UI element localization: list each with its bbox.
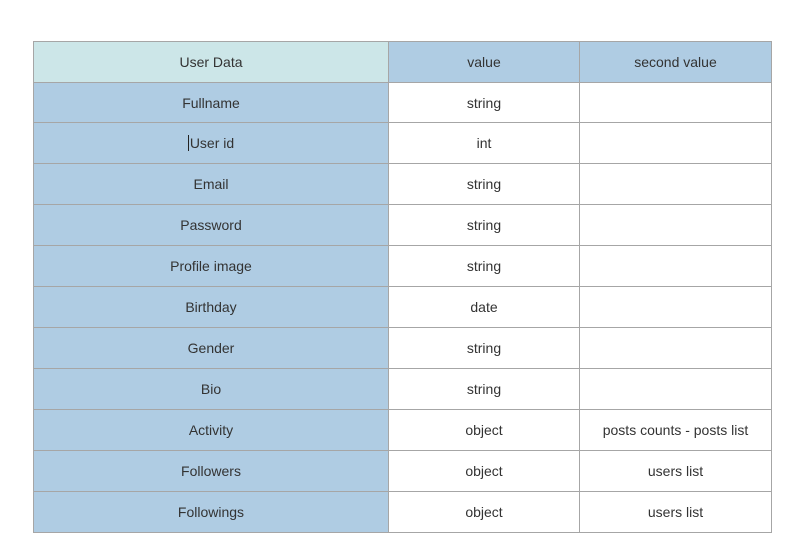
field-value-cell[interactable]: object (388, 409, 580, 451)
field-value-cell[interactable]: object (388, 450, 580, 492)
table-row: Bio string (33, 368, 772, 410)
text-cursor (187, 135, 189, 151)
table-row: Birthday date (33, 286, 772, 328)
field-name-cell[interactable]: Fullname (33, 82, 389, 123)
table-row: Password string (33, 204, 772, 246)
field-second-value-cell[interactable] (579, 122, 772, 164)
field-name-cell[interactable]: Profile image (33, 245, 389, 287)
user-data-table: User Data value second value Fullname st… (33, 41, 772, 533)
field-second-value-cell[interactable] (579, 368, 772, 410)
field-second-value-cell[interactable]: users list (579, 491, 772, 533)
field-second-value-cell[interactable] (579, 286, 772, 328)
field-name-cell[interactable]: Activity (33, 409, 389, 451)
table-row: Email string (33, 163, 772, 205)
field-value-cell[interactable]: int (388, 122, 580, 164)
field-second-value-cell[interactable] (579, 163, 772, 205)
field-name-text: User id (189, 135, 235, 151)
field-name-cell[interactable]: Followings (33, 491, 389, 533)
header-cell-value[interactable]: value (388, 41, 580, 83)
field-value-cell[interactable]: date (388, 286, 580, 328)
table-row: Fullname string (33, 82, 772, 123)
table-row: Followings object users list (33, 491, 772, 533)
field-value-cell[interactable]: string (388, 327, 580, 369)
field-name-cell[interactable]: Bio (33, 368, 389, 410)
field-second-value-cell[interactable] (579, 245, 772, 287)
field-value-cell[interactable]: object (388, 491, 580, 533)
field-second-value-cell[interactable]: posts counts - posts list (579, 409, 772, 451)
field-name-cell[interactable]: Birthday (33, 286, 389, 328)
field-value-cell[interactable]: string (388, 368, 580, 410)
table-row: User id int (33, 122, 772, 164)
header-cell-second-value[interactable]: second value (579, 41, 772, 83)
field-name-cell[interactable]: Gender (33, 327, 389, 369)
field-name-cell[interactable]: Email (33, 163, 389, 205)
field-name-cell[interactable]: Password (33, 204, 389, 246)
field-value-cell[interactable]: string (388, 82, 580, 123)
diagram-canvas: User Data value second value Fullname st… (0, 0, 792, 553)
field-second-value-cell[interactable] (579, 204, 772, 246)
header-cell-user-data[interactable]: User Data (33, 41, 389, 83)
field-second-value-cell[interactable] (579, 82, 772, 123)
field-name-cell[interactable]: Followers (33, 450, 389, 492)
table-header-row: User Data value second value (33, 41, 772, 83)
field-second-value-cell[interactable] (579, 327, 772, 369)
table-row: Followers object users list (33, 450, 772, 492)
field-value-cell[interactable]: string (388, 245, 580, 287)
table-row: Activity object posts counts - posts lis… (33, 409, 772, 451)
field-name-cell[interactable]: User id (33, 122, 389, 164)
table-row: Gender string (33, 327, 772, 369)
field-value-cell[interactable]: string (388, 204, 580, 246)
field-second-value-cell[interactable]: users list (579, 450, 772, 492)
field-value-cell[interactable]: string (388, 163, 580, 205)
table-row: Profile image string (33, 245, 772, 287)
